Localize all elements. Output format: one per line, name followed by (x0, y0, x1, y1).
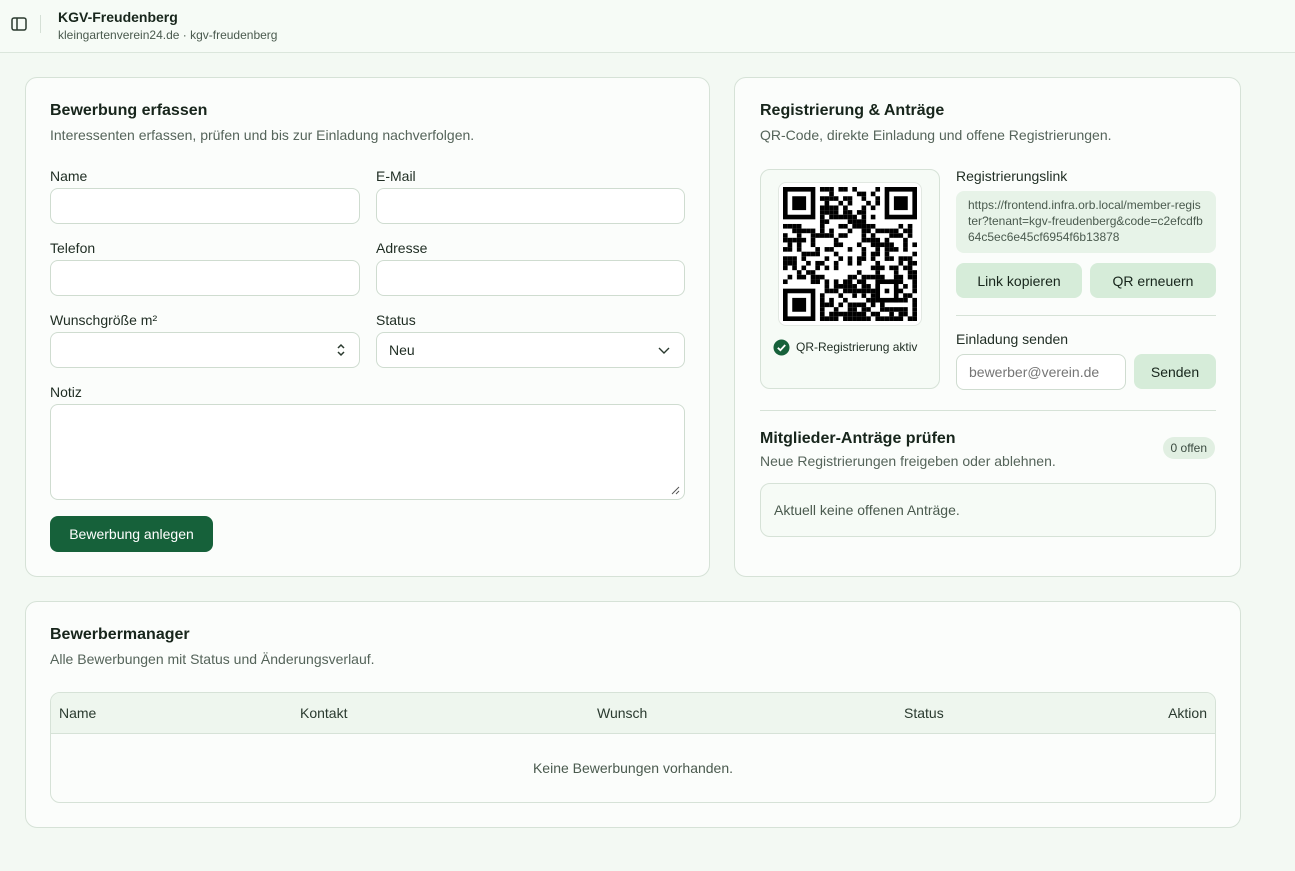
check-circle-icon (773, 339, 790, 355)
application-form-card: Bewerbung erfassen Interessenten erfasse… (25, 77, 710, 577)
table-header: Name Kontakt Wunsch Status Aktion (51, 693, 1215, 734)
note-textarea[interactable] (50, 404, 685, 500)
qr-panel: QR-Registrierung aktiv (760, 169, 940, 389)
card-description: Interessenten erfassen, prüfen und bis z… (50, 127, 475, 143)
top-bar: KGV-Freudenberg kleingartenverein24.de ·… (0, 0, 1295, 53)
phone-label: Telefon (50, 240, 96, 256)
tenant-name: KGV-Freudenberg (58, 9, 178, 25)
create-application-button[interactable]: Bewerbung anlegen (50, 516, 213, 552)
address-label: Adresse (376, 240, 428, 256)
card-title: Registrierung & Anträge (760, 102, 945, 119)
note-label: Notiz (50, 384, 82, 400)
status-select[interactable]: Neu (376, 332, 685, 368)
tenant-domain: kleingartenverein24.de · kgv-freudenberg (58, 28, 278, 42)
registration-card: Registrierung & Anträge QR-Code, direkte… (734, 77, 1241, 577)
divider (956, 315, 1216, 316)
column-header-wish[interactable]: Wunsch (597, 705, 647, 721)
qr-status: QR-Registrierung aktiv (773, 338, 917, 356)
email-input[interactable] (376, 188, 685, 224)
card-title: Bewerbermanager (50, 626, 190, 643)
stepper-icon[interactable] (335, 341, 347, 359)
card-title: Bewerbung erfassen (50, 102, 208, 119)
qr-code-image (778, 182, 922, 326)
card-description: QR-Code, direkte Einladung und offene Re… (760, 127, 1112, 143)
column-header-contact[interactable]: Kontakt (300, 705, 347, 721)
applicants-table: Name Kontakt Wunsch Status Aktion Keine … (50, 692, 1216, 803)
qr-code-graphic (783, 187, 917, 321)
column-header-action[interactable]: Aktion (1168, 705, 1207, 721)
copy-link-button[interactable]: Link kopieren (956, 263, 1082, 298)
member-requests-empty: Aktuell keine offenen Anträge. (760, 483, 1216, 537)
sidebar-toggle-icon[interactable] (10, 15, 28, 33)
registration-link[interactable]: https://frontend.infra.orb.local/member-… (956, 191, 1216, 253)
link-label: Registrierungslink (956, 168, 1068, 184)
size-label: Wunschgröße m² (50, 312, 158, 328)
status-selected-value: Neu (389, 342, 415, 358)
divider (760, 410, 1216, 411)
status-label: Status (376, 312, 416, 328)
card-description: Alle Bewerbungen mit Status und Änderung… (50, 651, 375, 667)
member-requests-description: Neue Registrierungen freigeben oder able… (760, 453, 1056, 469)
name-input[interactable] (50, 188, 360, 224)
column-header-status[interactable]: Status (904, 705, 944, 721)
chevron-down-icon (658, 347, 670, 354)
applicant-manager-card: Bewerbermanager Alle Bewerbungen mit Sta… (25, 601, 1241, 828)
email-label: E-Mail (376, 168, 416, 184)
column-header-name[interactable]: Name (59, 705, 96, 721)
name-label: Name (50, 168, 88, 184)
qr-status-text: QR-Registrierung aktiv (796, 340, 918, 354)
send-invite-button[interactable]: Senden (1134, 354, 1216, 389)
renew-qr-button[interactable]: QR erneuern (1090, 263, 1216, 298)
resize-grip-icon[interactable] (670, 485, 680, 495)
topbar-divider (40, 15, 41, 33)
open-requests-badge: 0 offen (1162, 437, 1215, 459)
phone-input[interactable] (50, 260, 360, 296)
member-requests-title: Mitglieder-Anträge prüfen (760, 430, 956, 447)
table-empty-message: Keine Bewerbungen vorhanden. (532, 760, 734, 776)
size-number-input[interactable] (50, 332, 360, 368)
address-input[interactable] (376, 260, 685, 296)
invite-email-input[interactable] (956, 354, 1126, 390)
invite-label: Einladung senden (956, 331, 1069, 347)
